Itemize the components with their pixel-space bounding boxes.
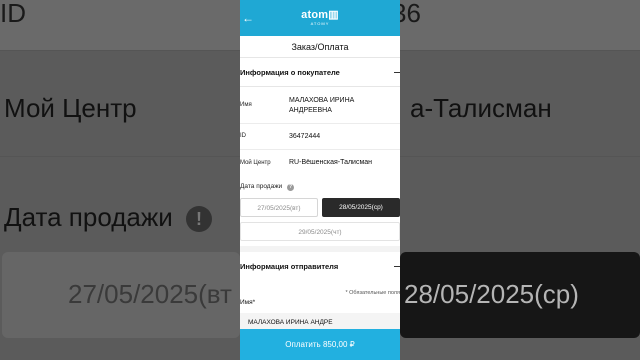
- collapse-icon[interactable]: [394, 266, 400, 267]
- atomy-logo: atom▥ ATOMY: [300, 10, 340, 28]
- bg-center-label: Мой Центр: [4, 93, 137, 123]
- help-icon[interactable]: ?: [287, 184, 294, 191]
- sale-date-label: Дата продажи: [240, 183, 283, 190]
- bg-center-value: а-Талисман: [410, 93, 552, 123]
- buyer-center-value: RU-Вёшенская-Талисман: [289, 159, 373, 166]
- buyer-info-header[interactable]: Информация о покупателе: [240, 59, 400, 87]
- collapse-icon[interactable]: [394, 72, 400, 73]
- bg-date-right-text: 28/05/2025(ср): [404, 279, 579, 309]
- bg-info-icon: !: [186, 206, 212, 232]
- buyer-name-label: Имя: [240, 102, 252, 108]
- buyer-info-title: Информация о покупателе: [240, 68, 340, 77]
- buyer-center-row: Мой Центр RU-Вёшенская-Талисман: [240, 150, 400, 178]
- buyer-id-row: ID 36472444: [240, 124, 400, 150]
- bg-top-left: ID: [0, 0, 240, 50]
- logo-subtext: ATOMY: [310, 21, 330, 26]
- app-header: ← atom▥ ATOMY: [240, 0, 400, 36]
- back-arrow-icon[interactable]: ←: [242, 12, 254, 24]
- bg-id-text: ID: [0, 0, 26, 28]
- bg-date-pill-left: 27/05/2025(вт: [2, 252, 240, 338]
- buyer-name-value-1: МАЛАХОВА ИРИНА: [289, 97, 355, 104]
- pay-button[interactable]: Оплатить 850,00 ₽: [240, 329, 400, 360]
- buyer-id-label: ID: [240, 133, 246, 139]
- bg-date-left-text: 27/05/2025(вт: [68, 279, 232, 309]
- phone-screen: ← atom▥ ATOMY Заказ/Оплата Информация о …: [240, 0, 400, 360]
- buyer-center-label: Мой Центр: [240, 160, 271, 166]
- required-fields-note: * Обязательные поля: [345, 290, 400, 296]
- date-option-2-selected[interactable]: 28/05/2025(ср): [322, 198, 400, 217]
- buyer-id-value: 36472444: [289, 133, 321, 140]
- sender-info-header[interactable]: Информация отправителя: [240, 253, 400, 281]
- page-title: Заказ/Оплата: [240, 36, 400, 58]
- buyer-name-row: Имя МАЛАХОВА ИРИНА АНДРЕЕВНА: [240, 88, 400, 124]
- date-option-1[interactable]: 27/05/2025(вт): [240, 198, 318, 217]
- sender-name-label: Имя*: [240, 299, 256, 306]
- sender-info-title: Информация отправителя: [240, 262, 339, 271]
- bg-date-title: Дата продажи: [4, 202, 173, 232]
- logo-text: atom▥: [301, 9, 339, 21]
- bg-date-pill-right: 28/05/2025(ср): [400, 252, 640, 338]
- buyer-name-value-2: АНДРЕЕВНА: [289, 107, 332, 114]
- section-separator: [240, 246, 400, 252]
- bg-top-right: 36: [392, 0, 640, 50]
- date-option-3[interactable]: 29/05/2025(чт): [240, 222, 400, 241]
